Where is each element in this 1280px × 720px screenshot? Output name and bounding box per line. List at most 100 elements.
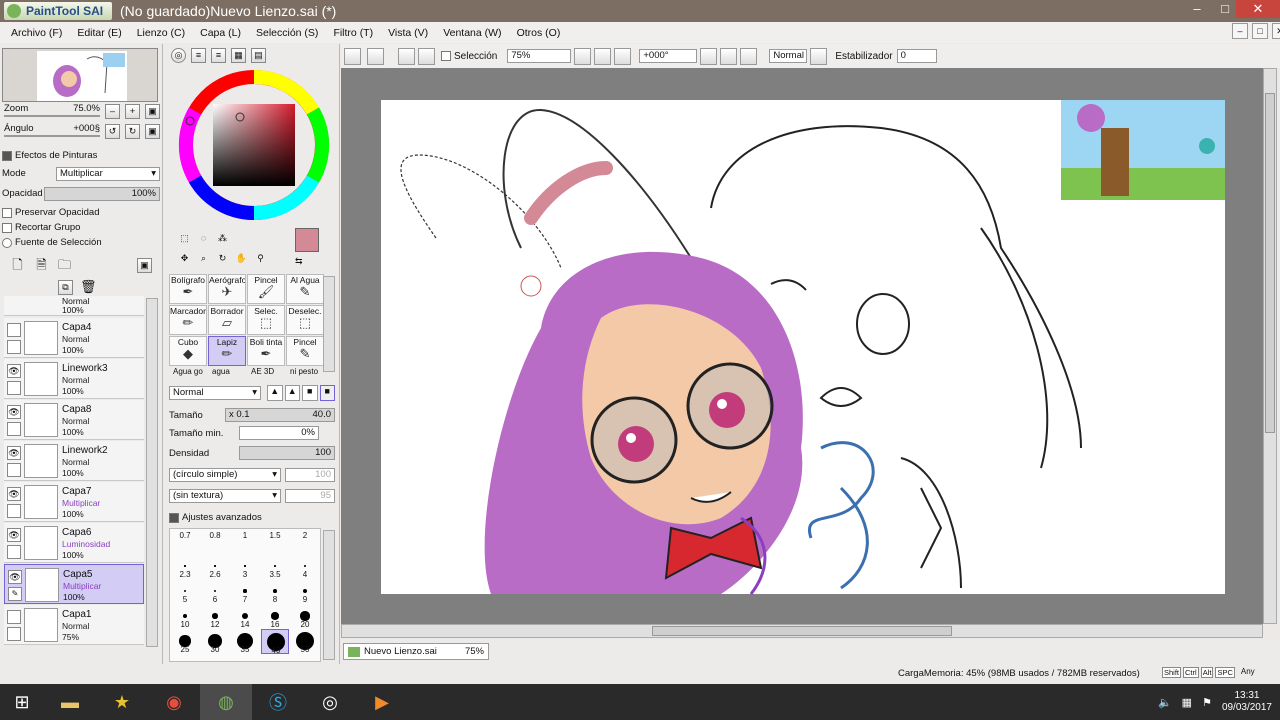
horizontal-scroll-thumb[interactable] [652,626,952,636]
move-icon[interactable]: ✥ [177,252,192,267]
layer-scrollbar[interactable] [146,298,158,647]
toolbar-zoom-reset[interactable] [614,47,632,65]
eye-icon[interactable]: 👁 [7,528,21,542]
tool-deselec-[interactable]: Deselec. ⬚ [286,305,324,335]
brush-size-2[interactable]: 2 [291,529,319,554]
toolbar-button-2[interactable] [367,47,384,65]
eye-icon[interactable]: 👁 [8,570,22,584]
brush-blend-select[interactable]: Normal ▾ [169,386,261,400]
maximize-button[interactable]: □ [1211,0,1239,18]
mdi-close-button[interactable]: ✕ [1272,23,1280,39]
brush-size-14[interactable]: 14 [231,604,259,629]
clip-group-checkbox[interactable] [2,222,12,233]
video-editor-icon[interactable]: ★ [96,684,148,720]
tool-boli-tinta[interactable]: Boli tinta ✒ [247,336,285,366]
brush-size-scrollbar[interactable] [323,530,335,660]
clock[interactable]: 13:31 09/03/2017 [1222,690,1272,714]
eye-icon[interactable] [7,610,21,624]
chrome-icon[interactable]: ◉ [148,684,200,720]
brush-preset-3[interactable]: ■ [302,385,318,401]
media-player-icon[interactable]: ▶ [356,684,408,720]
brush-size-12[interactable]: 12 [201,604,229,629]
brush-texture-select[interactable]: (sin textura) ▾ [169,489,281,503]
preserve-opacity-checkbox[interactable] [2,207,12,218]
mode-select[interactable]: Multiplicar ▾ [56,167,160,181]
navigator-preview[interactable] [2,48,158,102]
new-linework-icon[interactable]: 🗎 [34,258,49,273]
rgb-slider-tab[interactable]: ≡ [191,48,206,63]
file-explorer-icon[interactable]: ▬ [44,684,96,720]
selection-rect-icon[interactable]: ⬚ [177,232,192,247]
notification-icon[interactable]: ⚑ [1202,696,1212,709]
scratchpad-tab[interactable]: ▤ [251,48,266,63]
brush-size-1[interactable]: 1 [231,529,259,554]
tool-cubo[interactable]: Cubo ◆ [169,336,207,366]
stabilizer-select[interactable]: 0 [896,49,937,63]
swatches-tab[interactable]: ▦ [231,48,246,63]
brush-size-6[interactable]: 6 [201,579,229,604]
toolbar-zoom-out[interactable] [574,47,592,65]
brush-shape-strength[interactable]: 100 [285,468,335,482]
zoom-out-button[interactable]: – [105,104,120,119]
canvas-horizontal-scrollbar[interactable] [341,624,1263,638]
density-slider[interactable]: 100 [239,446,335,460]
close-button[interactable]: ✕ [1236,0,1280,18]
plus-icon[interactable] [2,150,12,161]
opacity-slider[interactable]: 100% [44,187,160,201]
toolbar-flip[interactable] [810,47,828,65]
mdi-minimize-button[interactable]: – [1232,23,1248,39]
hsv-slider-tab[interactable]: ≡ [211,48,226,63]
eye-icon[interactable]: 👁 [7,405,21,419]
layer-lock-icon[interactable] [7,381,21,395]
layer-lock-icon[interactable] [7,627,21,641]
canvas-viewport[interactable] [341,68,1263,624]
brush-size-3[interactable]: 3 [231,554,259,579]
brush-size-9[interactable]: 9 [291,579,319,604]
zoom-icon[interactable]: ⌕ [196,252,211,267]
foreground-color-swatch[interactable] [295,228,319,252]
brush-size-20[interactable]: 20 [291,604,319,629]
layer-item-capa6[interactable]: 👁 Capa6 Luminosidad 100% [4,523,144,563]
layer-item-capa8[interactable]: 👁 Capa8 Normal 100% [4,400,144,440]
selection-checkbox[interactable] [441,51,451,61]
new-layer-icon[interactable]: 🗋 [10,258,25,273]
rotate-icon[interactable]: ↻ [215,252,230,267]
rotate-right-button[interactable]: ↻ [125,124,140,139]
tools-scrollbar[interactable] [323,276,335,372]
layer-item-capa1[interactable]: Capa1 Normal 75% [4,605,144,645]
brush-size-10[interactable]: 10 [171,604,199,629]
rotate-reset-button[interactable]: ▣ [145,124,160,139]
brush-size-0.7[interactable]: 0.7 [171,529,199,554]
swap-colors-icon[interactable]: ⇆ [295,256,303,267]
tool-pincel[interactable]: Pincel 🖌 [247,274,285,304]
eye-icon[interactable]: 👁 [7,364,21,378]
layer-item-linework2[interactable]: 👁 Linework2 Normal 100% [4,441,144,481]
toolbar-rotate-left[interactable] [700,47,718,65]
paint-tool-sai-icon[interactable]: ◍ [200,684,252,720]
plus-icon[interactable] [169,512,179,523]
menu-layer[interactable]: Capa (L) [200,27,241,39]
layer-partial[interactable]: Normal 100% [4,296,144,316]
minimize-button[interactable]: – [1183,0,1211,18]
brush-size-0.8[interactable]: 0.8 [201,529,229,554]
layer-item-capa4[interactable]: Capa4 Normal 100% [4,318,144,358]
brush-shape-select[interactable]: (círculo simple) ▾ [169,468,281,482]
eye-icon[interactable]: 👁 [7,446,21,460]
brush-size-25[interactable]: 25 [171,629,199,654]
view-blend-select[interactable]: Normal [769,49,808,63]
brush-size-2.3[interactable]: 2.3 [171,554,199,579]
layer-lock-icon[interactable] [7,422,21,436]
tool-aer-grafo[interactable]: Aerógrafo ✈ [208,274,246,304]
layer-lock-icon[interactable] [7,463,21,477]
zoom-select[interactable]: 75% [507,49,572,63]
zoom-reset-button[interactable]: ▣ [145,104,160,119]
skype-icon[interactable]: Ⓢ [252,684,304,720]
menu-filter[interactable]: Filtro (T) [333,27,373,39]
brush-size-slider[interactable]: x 0.1 40.0 [225,408,335,422]
document-tab[interactable]: Nuevo Lienzo.sai 75% [343,643,489,660]
eye-icon[interactable]: 👁 [7,487,21,501]
tool-al-agua[interactable]: Al Agua ✎ [286,274,324,304]
toolbar-button-3[interactable] [398,47,415,65]
brush-size-35[interactable]: 35 [231,629,259,654]
brush-size-16[interactable]: 16 [261,604,289,629]
